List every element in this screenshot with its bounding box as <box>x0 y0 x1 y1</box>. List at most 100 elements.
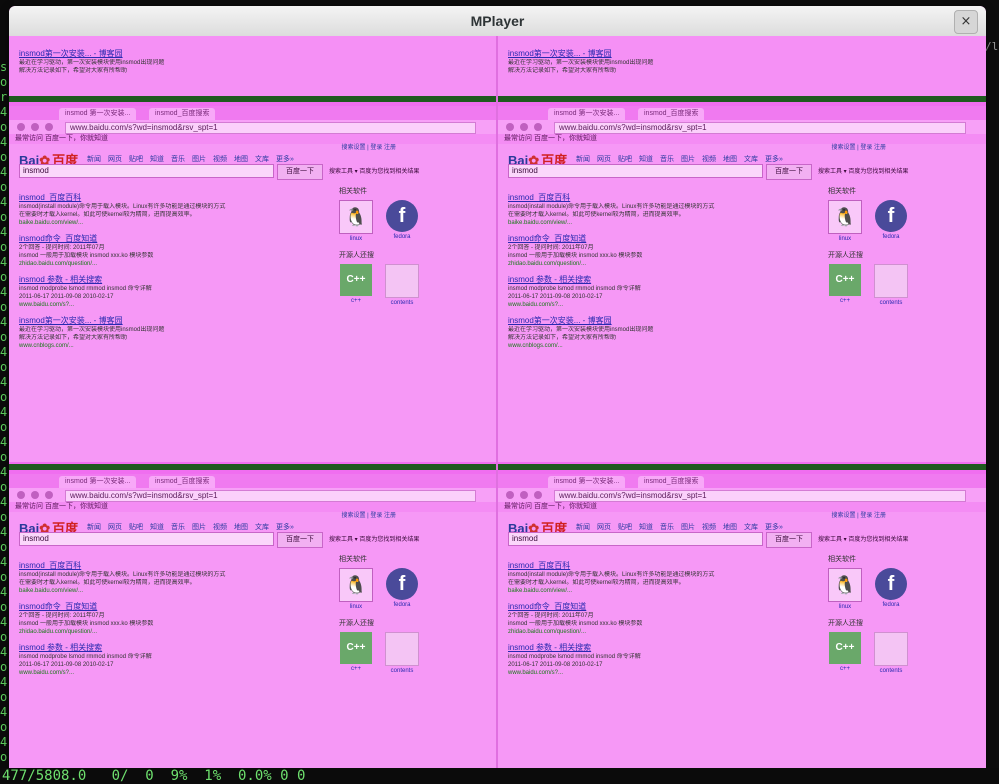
result-url[interactable]: baike.baidu.com/view/... <box>508 219 818 227</box>
mplayer-window[interactable]: MPlayer × insmod第一次安装... - 博客园 最近在学习驱动，第一… <box>9 6 986 770</box>
related-item[interactable]: C++ c++ <box>339 632 373 674</box>
nav-item[interactable]: 网页 <box>108 156 122 163</box>
back-icon[interactable] <box>506 491 514 499</box>
result-title[interactable]: insmod第一次安装... - 博客园 <box>19 315 329 326</box>
result-url[interactable]: www.baidu.com/s?... <box>19 301 329 309</box>
nav-item[interactable]: 知道 <box>639 156 653 163</box>
top-links[interactable]: 搜索设置 | 登录 注册 <box>831 510 886 519</box>
nav-item[interactable]: 贴吧 <box>618 156 632 163</box>
related-item[interactable]: f fedora <box>874 200 908 242</box>
search-input[interactable]: insmod <box>508 532 763 546</box>
url-field[interactable]: www.baidu.com/s?wd=insmod&rsv_spt=1 <box>554 122 966 134</box>
search-button[interactable]: 百度一下 <box>766 532 812 548</box>
browser-tab[interactable]: insmod 第一次安装... <box>59 476 137 488</box>
result-title[interactable]: insmod 参数 - 相关搜索 <box>19 642 329 653</box>
related-item[interactable]: f fedora <box>385 200 419 242</box>
result-url[interactable]: baike.baidu.com/view/... <box>508 587 818 595</box>
nav-item[interactable]: 更多» <box>276 524 294 531</box>
browser-tab[interactable]: insmod 第一次安装... <box>59 108 137 120</box>
result-title[interactable]: insmod_百度百科 <box>19 192 329 203</box>
nav-item[interactable]: 视频 <box>213 524 227 531</box>
nav-item[interactable]: 视频 <box>702 156 716 163</box>
result-url[interactable]: zhidao.baidu.com/question/... <box>508 260 818 268</box>
back-icon[interactable] <box>17 123 25 131</box>
result-url[interactable]: baike.baidu.com/view/... <box>19 587 329 595</box>
related-item[interactable]: f fedora <box>385 568 419 610</box>
nav-item[interactable]: 文库 <box>255 156 269 163</box>
result-url[interactable]: www.baidu.com/s?... <box>19 669 329 677</box>
related-item[interactable]: C++ c++ <box>828 632 862 674</box>
search-button[interactable]: 百度一下 <box>766 164 812 180</box>
result-title[interactable]: insmod 参数 - 相关搜索 <box>508 642 818 653</box>
nav-item[interactable]: 文库 <box>744 156 758 163</box>
nav-item[interactable]: 地图 <box>723 156 737 163</box>
url-field[interactable]: www.baidu.com/s?wd=insmod&rsv_spt=1 <box>554 490 966 502</box>
result-url[interactable]: zhidao.baidu.com/question/... <box>19 628 329 636</box>
result-title[interactable]: insmod命令_百度知道 <box>508 601 818 612</box>
result-url[interactable]: www.cnblogs.com/... <box>508 342 818 350</box>
result-title[interactable]: insmod 参数 - 相关搜索 <box>508 274 818 285</box>
forward-icon[interactable] <box>31 491 39 499</box>
result-title[interactable]: insmod命令_百度知道 <box>19 601 329 612</box>
nav-item[interactable]: 地图 <box>723 524 737 531</box>
related-item[interactable]: contents <box>874 264 908 306</box>
nav-item[interactable]: 图片 <box>192 156 206 163</box>
nav-item[interactable]: 音乐 <box>660 524 674 531</box>
nav-item[interactable]: 网页 <box>597 156 611 163</box>
related-item[interactable]: contents <box>874 632 908 674</box>
reload-icon[interactable] <box>45 123 53 131</box>
related-item[interactable]: contents <box>385 632 419 674</box>
nav-item[interactable]: 视频 <box>702 524 716 531</box>
nav-item[interactable]: 图片 <box>681 524 695 531</box>
title-bar[interactable]: MPlayer × <box>9 6 986 37</box>
result-title[interactable]: insmod命令_百度知道 <box>19 233 329 244</box>
search-input[interactable]: insmod <box>508 164 763 178</box>
browser-tab-active[interactable]: insmod_百度搜索 <box>638 476 705 488</box>
nav-item[interactable]: 新闻 <box>576 156 590 163</box>
related-item[interactable]: C++ c++ <box>339 264 373 306</box>
reload-icon[interactable] <box>534 123 542 131</box>
search-button[interactable]: 百度一下 <box>277 532 323 548</box>
nav-item[interactable]: 网页 <box>108 524 122 531</box>
search-button[interactable]: 百度一下 <box>277 164 323 180</box>
nav-item[interactable]: 新闻 <box>87 156 101 163</box>
nav-item[interactable]: 视频 <box>213 156 227 163</box>
related-item[interactable]: 🐧 linux <box>339 568 373 610</box>
related-item[interactable]: f fedora <box>874 568 908 610</box>
result-title[interactable]: insmod第一次安装... - 博客园 <box>19 48 329 59</box>
forward-icon[interactable] <box>31 123 39 131</box>
nav-item[interactable]: 网页 <box>597 524 611 531</box>
result-url[interactable]: www.baidu.com/s?... <box>508 669 818 677</box>
browser-tab[interactable]: insmod 第一次安装... <box>548 108 626 120</box>
nav-item[interactable]: 音乐 <box>171 524 185 531</box>
nav-item[interactable]: 更多» <box>765 156 783 163</box>
nav-item[interactable]: 音乐 <box>660 156 674 163</box>
result-url[interactable]: zhidao.baidu.com/question/... <box>19 260 329 268</box>
nav-item[interactable]: 图片 <box>681 156 695 163</box>
nav-item[interactable]: 贴吧 <box>129 156 143 163</box>
nav-item[interactable]: 文库 <box>255 524 269 531</box>
result-url[interactable]: baike.baidu.com/view/... <box>19 219 329 227</box>
nav-item[interactable]: 贴吧 <box>129 524 143 531</box>
nav-item[interactable]: 知道 <box>150 156 164 163</box>
related-item[interactable]: 🐧 linux <box>339 200 373 242</box>
search-input[interactable]: insmod <box>19 164 274 178</box>
nav-item[interactable]: 地图 <box>234 524 248 531</box>
result-title[interactable]: insmod第一次安装... - 博客园 <box>508 48 818 59</box>
result-url[interactable]: zhidao.baidu.com/question/... <box>508 628 818 636</box>
top-links[interactable]: 搜索设置 | 登录 注册 <box>341 142 396 151</box>
forward-icon[interactable] <box>520 491 528 499</box>
nav-item[interactable]: 更多» <box>276 156 294 163</box>
reload-icon[interactable] <box>45 491 53 499</box>
nav-item[interactable]: 知道 <box>639 524 653 531</box>
nav-item[interactable]: 新闻 <box>87 524 101 531</box>
search-input[interactable]: insmod <box>19 532 274 546</box>
result-url[interactable]: www.cnblogs.com/... <box>19 342 329 350</box>
related-item[interactable]: 🐧 linux <box>828 200 862 242</box>
reload-icon[interactable] <box>534 491 542 499</box>
url-field[interactable]: www.baidu.com/s?wd=insmod&rsv_spt=1 <box>65 122 476 134</box>
nav-item[interactable]: 文库 <box>744 524 758 531</box>
result-title[interactable]: insmod命令_百度知道 <box>508 233 818 244</box>
nav-item[interactable]: 地图 <box>234 156 248 163</box>
browser-tab-active[interactable]: insmod_百度搜索 <box>149 108 216 120</box>
